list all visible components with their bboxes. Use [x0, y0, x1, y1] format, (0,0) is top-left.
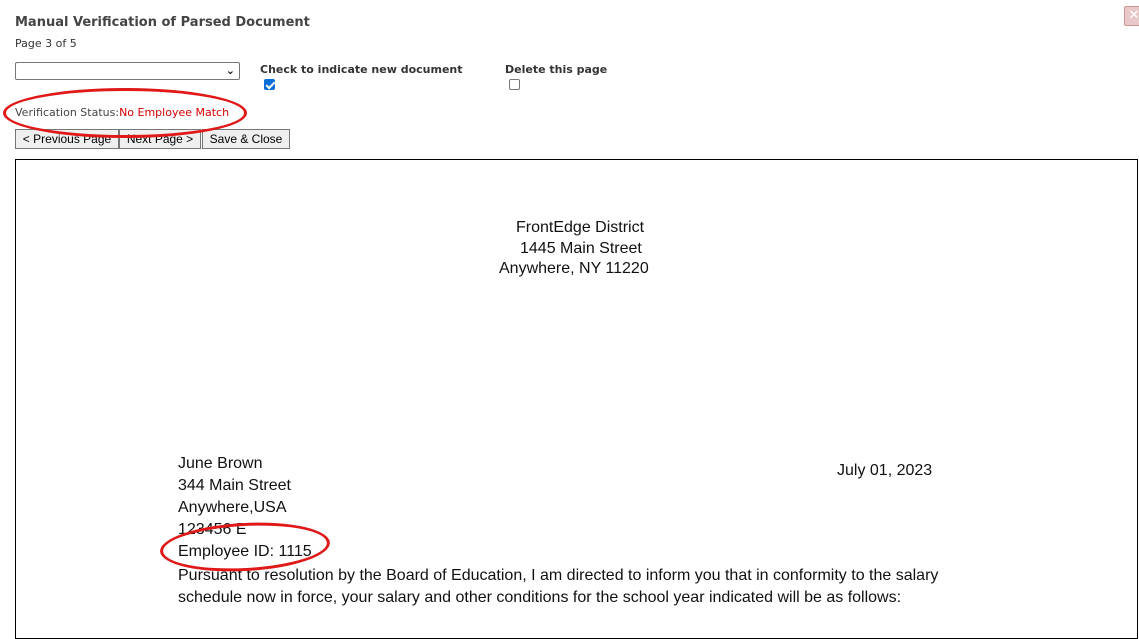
delete-page-label: Delete this page: [505, 63, 608, 76]
verification-status: Verification Status:No Employee Match: [15, 106, 229, 119]
save-close-button[interactable]: Save & Close: [202, 129, 290, 149]
new-document-label: Check to indicate new document: [260, 63, 463, 76]
recipient-street: 344 Main Street: [178, 477, 291, 494]
recipient-name: June Brown: [178, 455, 263, 472]
body-line-1: Pursuant to resolution by the Board of E…: [178, 567, 939, 584]
new-document-checkbox[interactable]: [264, 79, 276, 90]
org-name: FrontEdge District: [516, 219, 645, 236]
document-select[interactable]: ⌄: [15, 62, 240, 80]
verification-status-value: No Employee Match: [119, 106, 230, 119]
org-street: 1445 Main Street: [520, 240, 642, 257]
letter-date: July 01, 2023: [837, 462, 933, 479]
previous-page-button[interactable]: < Previous Page: [15, 129, 119, 149]
org-city: Anywhere, NY 11220: [499, 260, 649, 277]
document-viewer[interactable]: FrontEdge District 1445 Main Street Anyw…: [15, 159, 1138, 639]
next-page-button[interactable]: Next Page >: [119, 129, 201, 149]
body-line-2: schedule now in force, your salary and o…: [178, 589, 902, 606]
close-icon[interactable]: ✕: [1124, 6, 1139, 26]
delete-page-checkbox[interactable]: [509, 79, 520, 90]
employee-id: Employee ID: 1115: [178, 543, 312, 560]
recipient-city: Anywhere,USA: [178, 499, 287, 516]
page-indicator: Page 3 of 5: [15, 37, 77, 50]
page-title: Manual Verification of Parsed Document: [15, 15, 310, 30]
recipient-code: 123456 E: [178, 521, 247, 538]
chevron-down-icon: ⌄: [225, 64, 235, 77]
verification-status-label: Verification Status:: [15, 106, 120, 119]
